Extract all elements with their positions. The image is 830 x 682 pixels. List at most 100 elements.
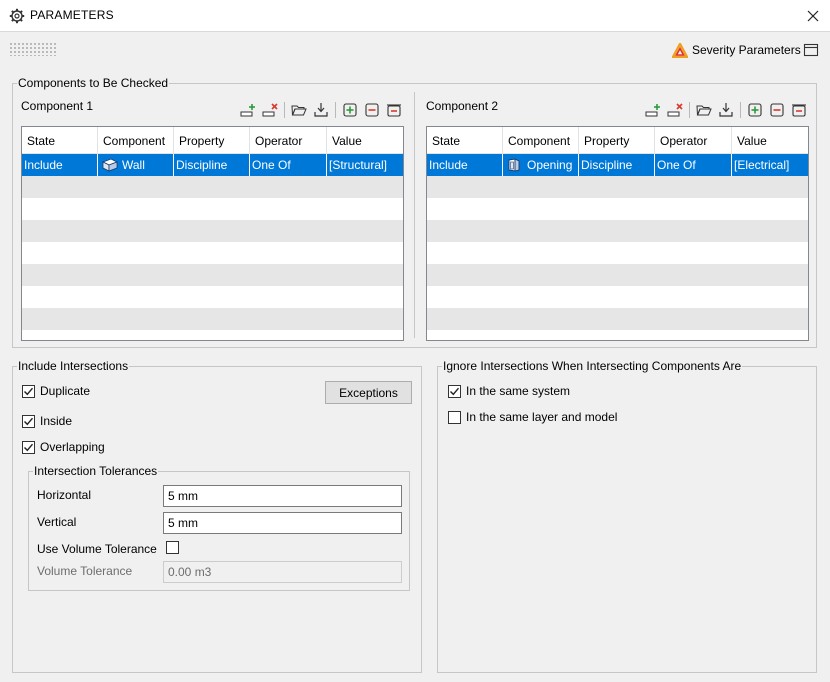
severity-parameters-label: Severity Parameters bbox=[692, 43, 801, 57]
ignore-intersections-legend: Ignore Intersections When Intersecting C… bbox=[443, 359, 742, 373]
title-bar: PARAMETERS bbox=[0, 0, 830, 32]
download-icon[interactable] bbox=[313, 102, 329, 118]
toolbar-separator bbox=[689, 102, 690, 118]
gear-icon bbox=[9, 8, 25, 24]
empty-row bbox=[427, 330, 808, 340]
cell-operator[interactable]: One Of bbox=[250, 154, 327, 176]
column-component[interactable]: Component bbox=[503, 127, 579, 153]
same-layer-checkbox[interactable]: In the same layer and model bbox=[448, 410, 617, 424]
overlapping-checkbox[interactable]: Overlapping bbox=[22, 440, 105, 454]
opening-icon bbox=[508, 158, 520, 172]
add-group-icon[interactable] bbox=[342, 102, 358, 118]
empty-row bbox=[427, 220, 808, 242]
column-state[interactable]: State bbox=[427, 127, 503, 153]
cell-component[interactable]: Wall bbox=[98, 154, 174, 176]
add-group-icon[interactable] bbox=[747, 102, 763, 118]
empty-row bbox=[427, 176, 808, 198]
download-icon[interactable] bbox=[718, 102, 734, 118]
cell-operator[interactable]: One Of bbox=[655, 154, 732, 176]
toolbar-separator bbox=[740, 102, 741, 118]
intersection-tolerances-legend: Intersection Tolerances bbox=[34, 464, 158, 478]
drag-grip[interactable] bbox=[9, 42, 57, 56]
use-volume-tolerance-checkbox[interactable] bbox=[166, 541, 179, 554]
component2-label: Component 2 bbox=[426, 99, 499, 113]
cell-component[interactable]: Opening bbox=[503, 154, 579, 176]
cell-state[interactable]: Include bbox=[22, 154, 98, 176]
exceptions-button[interactable]: Exceptions bbox=[325, 381, 412, 404]
vertical-input[interactable] bbox=[163, 512, 402, 534]
checkmark-icon bbox=[24, 417, 34, 425]
remove-group-icon[interactable] bbox=[769, 102, 785, 118]
volume-tolerance-label: Volume Tolerance bbox=[37, 564, 133, 578]
table-row[interactable]: Include Wall Discipline One Of [Structur… bbox=[22, 154, 403, 176]
same-system-checkbox[interactable]: In the same system bbox=[448, 384, 570, 398]
empty-row bbox=[427, 286, 808, 308]
severity-parameters-button[interactable]: Severity Parameters bbox=[672, 41, 801, 59]
ignore-intersections-group: Ignore Intersections When Intersecting C… bbox=[437, 359, 817, 673]
column-value[interactable]: Value bbox=[732, 127, 808, 153]
grid-header: State Component Property Operator Value bbox=[22, 127, 403, 154]
cell-property[interactable]: Discipline bbox=[174, 154, 250, 176]
inside-checkbox-box[interactable] bbox=[22, 414, 35, 428]
remove-row-icon[interactable] bbox=[667, 102, 683, 118]
empty-row bbox=[427, 308, 808, 330]
cell-value[interactable]: [Structural] bbox=[327, 154, 403, 176]
duplicate-checkbox[interactable]: Duplicate bbox=[22, 384, 90, 398]
wall-icon bbox=[102, 158, 118, 172]
clear-group-icon[interactable] bbox=[386, 102, 402, 118]
empty-row bbox=[22, 220, 403, 242]
cell-component-text: Wall bbox=[122, 158, 145, 172]
checkmark-icon bbox=[24, 443, 34, 451]
remove-group-icon[interactable] bbox=[364, 102, 380, 118]
column-value[interactable]: Value bbox=[327, 127, 403, 153]
add-row-icon[interactable] bbox=[240, 102, 256, 118]
volume-tolerance-input bbox=[163, 561, 402, 583]
duplicate-checkbox-box[interactable] bbox=[22, 384, 35, 398]
component1-toolbar bbox=[240, 101, 408, 119]
empty-row bbox=[22, 286, 403, 308]
cell-value[interactable]: [Electrical] bbox=[732, 154, 808, 176]
same-system-label: In the same system bbox=[466, 384, 571, 398]
empty-row bbox=[22, 242, 403, 264]
same-system-checkbox-box[interactable] bbox=[448, 384, 461, 398]
components-splitter[interactable] bbox=[414, 92, 415, 338]
component1-label: Component 1 bbox=[21, 99, 94, 113]
duplicate-label: Duplicate bbox=[40, 384, 91, 398]
warning-triangle-icon bbox=[672, 42, 688, 58]
component2-toolbar bbox=[645, 101, 813, 119]
cell-component-text: Opening bbox=[527, 158, 573, 172]
column-property[interactable]: Property bbox=[174, 127, 250, 153]
grid-header: State Component Property Operator Value bbox=[427, 127, 808, 154]
clear-group-icon[interactable] bbox=[791, 102, 807, 118]
empty-row bbox=[427, 198, 808, 220]
component2-grid[interactable]: State Component Property Operator Value … bbox=[426, 126, 809, 341]
use-volume-tolerance-box[interactable] bbox=[166, 541, 179, 554]
add-row-icon[interactable] bbox=[645, 102, 661, 118]
component1-grid[interactable]: State Component Property Operator Value … bbox=[21, 126, 404, 341]
same-layer-checkbox-box[interactable] bbox=[448, 410, 461, 424]
panel-toggle-icon[interactable] bbox=[803, 42, 819, 58]
toolbar-separator bbox=[335, 102, 336, 118]
overlapping-label: Overlapping bbox=[40, 440, 105, 454]
empty-row bbox=[22, 308, 403, 330]
same-layer-label: In the same layer and model bbox=[466, 410, 618, 424]
column-operator[interactable]: Operator bbox=[655, 127, 732, 153]
column-operator[interactable]: Operator bbox=[250, 127, 327, 153]
column-component[interactable]: Component bbox=[98, 127, 174, 153]
use-volume-tolerance-label: Use Volume Tolerance bbox=[37, 542, 157, 556]
remove-row-icon[interactable] bbox=[262, 102, 278, 118]
components-legend: Components to Be Checked bbox=[18, 76, 169, 90]
cell-state[interactable]: Include bbox=[427, 154, 503, 176]
table-row[interactable]: Include Opening Discipline One Of [Elect… bbox=[427, 154, 808, 176]
horizontal-input[interactable] bbox=[163, 485, 402, 507]
overlapping-checkbox-box[interactable] bbox=[22, 440, 35, 454]
empty-row bbox=[22, 330, 403, 340]
close-button[interactable] bbox=[800, 3, 826, 29]
cell-property[interactable]: Discipline bbox=[579, 154, 655, 176]
open-folder-icon[interactable] bbox=[291, 102, 307, 118]
open-folder-icon[interactable] bbox=[696, 102, 712, 118]
checkmark-icon bbox=[450, 387, 460, 395]
column-state[interactable]: State bbox=[22, 127, 98, 153]
column-property[interactable]: Property bbox=[579, 127, 655, 153]
inside-checkbox[interactable]: Inside bbox=[22, 414, 72, 428]
